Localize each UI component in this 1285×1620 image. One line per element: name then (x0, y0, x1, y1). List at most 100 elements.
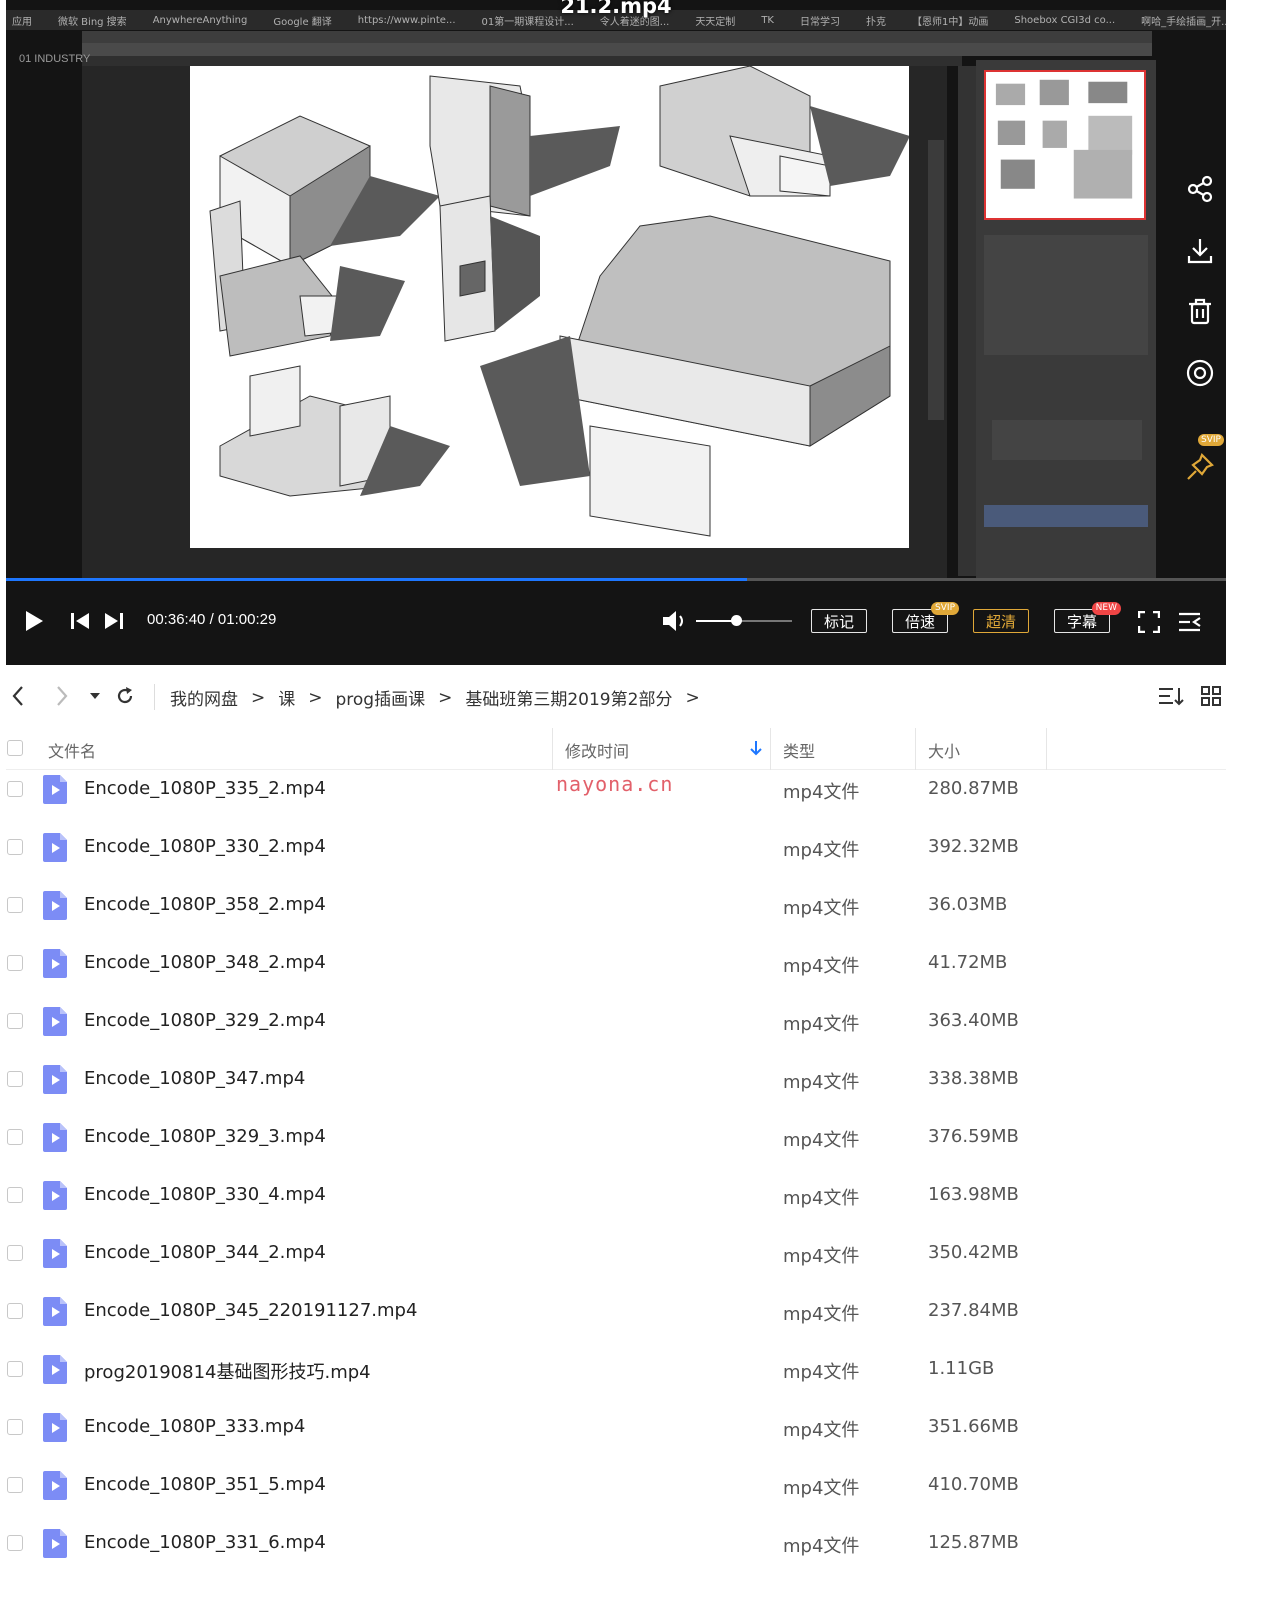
table-row[interactable]: Encode_1080P_333.mp4 mp4文件 351.66MB (6, 1408, 1226, 1466)
next-icon[interactable] (104, 612, 124, 630)
player-side-actions (1171, 140, 1226, 500)
header-size[interactable]: 大小 (928, 738, 960, 762)
video-file-icon (43, 1065, 67, 1094)
play-icon[interactable] (24, 610, 44, 632)
row-checkbox[interactable] (7, 1477, 23, 1493)
volume-slider[interactable] (696, 620, 792, 622)
quality-button[interactable]: 超清 (973, 609, 1029, 633)
progress-bar[interactable] (6, 578, 1226, 581)
forward-icon[interactable] (52, 684, 72, 708)
picture-in-picture-icon[interactable] (1183, 356, 1217, 390)
header-type[interactable]: 类型 (783, 738, 815, 762)
file-name[interactable]: Encode_1080P_331_6.mp4 (84, 1532, 326, 1553)
row-checkbox[interactable] (7, 1013, 23, 1029)
row-checkbox[interactable] (7, 1419, 23, 1435)
sort-icon[interactable] (1158, 684, 1184, 708)
file-name[interactable]: Encode_1080P_335_2.mp4 (84, 778, 326, 799)
file-name[interactable]: Encode_1080P_345_220191127.mp4 (84, 1300, 417, 1321)
breadcrumb-item[interactable]: 我的网盘 (170, 685, 238, 710)
table-row[interactable]: Encode_1080P_345_220191127.mp4 mp4文件 237.8… (6, 1292, 1226, 1350)
video-file-icon (43, 949, 67, 978)
table-row[interactable]: Encode_1080P_347.mp4 mp4文件 338.38MB (6, 1060, 1226, 1118)
file-name[interactable]: Encode_1080P_347.mp4 (84, 1068, 305, 1089)
video-frame-options-bar (82, 43, 1152, 56)
row-checkbox[interactable] (7, 1187, 23, 1203)
file-size: 351.66MB (928, 1416, 1019, 1437)
file-size: 1.11GB (928, 1358, 995, 1379)
refresh-icon[interactable] (114, 684, 136, 708)
row-checkbox[interactable] (7, 839, 23, 855)
file-name[interactable]: prog20190814基础图形技巧.mp4 (84, 1358, 371, 1384)
breadcrumb-item[interactable]: prog插画课 (336, 685, 426, 710)
row-checkbox[interactable] (7, 781, 23, 797)
download-icon[interactable] (1183, 234, 1217, 268)
header-name[interactable]: 文件名 (48, 738, 96, 762)
table-row[interactable]: Encode_1080P_329_3.mp4 mp4文件 376.59MB (6, 1118, 1226, 1176)
history-dropdown-icon[interactable] (88, 684, 102, 708)
file-name[interactable]: Encode_1080P_330_4.mp4 (84, 1184, 326, 1205)
svip-badge: SVIP (1198, 434, 1224, 446)
video-file-icon (43, 775, 67, 804)
breadcrumb-separator: > (438, 687, 453, 708)
file-name[interactable]: Encode_1080P_344_2.mp4 (84, 1242, 326, 1263)
table-header: 文件名 修改时间 类型 大小 (6, 728, 1226, 770)
video-file-icon (43, 891, 67, 920)
share-icon[interactable] (1183, 172, 1217, 206)
trash-icon[interactable] (1183, 295, 1217, 329)
row-checkbox[interactable] (7, 897, 23, 913)
file-name[interactable]: Encode_1080P_348_2.mp4 (84, 952, 326, 973)
row-checkbox[interactable] (7, 1129, 23, 1145)
volume-knob[interactable] (731, 615, 743, 626)
file-name[interactable]: Encode_1080P_351_5.mp4 (84, 1474, 326, 1495)
back-icon[interactable] (8, 684, 28, 708)
volume-icon[interactable] (661, 610, 689, 632)
video-frame-side-label: 01 INDUSTRY (19, 53, 91, 65)
breadcrumb-item[interactable]: 基础班第三期2019第2部分 (465, 685, 672, 710)
row-checkbox[interactable] (7, 1535, 23, 1551)
previous-icon[interactable] (70, 612, 90, 630)
file-type: mp4文件 (783, 782, 860, 803)
file-type: mp4文件 (783, 1014, 860, 1035)
player-controls: 00:36:40 / 01:00:29 标记 倍速 SVIP 超清 字幕 NEW (6, 600, 1226, 644)
table-row[interactable]: Encode_1080P_331_6.mp4 mp4文件 125.87MB (6, 1524, 1226, 1582)
time-readout: 00:36:40 / 01:00:29 (147, 611, 276, 628)
arrow-down-icon[interactable] (750, 740, 762, 756)
table-row[interactable]: Encode_1080P_329_2.mp4 mp4文件 363.40MB (6, 1002, 1226, 1060)
fullscreen-icon[interactable] (1138, 611, 1160, 633)
table-row[interactable]: Encode_1080P_330_2.mp4 mp4文件 392.32MB (6, 828, 1226, 886)
breadcrumb-item[interactable]: 课 (278, 685, 295, 710)
file-name[interactable]: Encode_1080P_329_3.mp4 (84, 1126, 326, 1147)
table-row[interactable]: Encode_1080P_348_2.mp4 mp4文件 41.72MB (6, 944, 1226, 1002)
file-name[interactable]: Encode_1080P_358_2.mp4 (84, 894, 326, 915)
table-row[interactable]: Encode_1080P_358_2.mp4 mp4文件 36.03MB (6, 886, 1226, 944)
playlist-icon[interactable] (1178, 611, 1202, 633)
navigation-bar: 我的网盘 > 课 > prog插画课 > 基础班第三期2019第2部分 > (0, 676, 1285, 720)
file-type: mp4文件 (783, 840, 860, 861)
video-file-icon (43, 1007, 67, 1036)
speed-button[interactable]: 倍速 SVIP (892, 602, 959, 633)
table-row[interactable]: Encode_1080P_344_2.mp4 mp4文件 350.42MB (6, 1234, 1226, 1292)
header-modified[interactable]: 修改时间 (565, 738, 629, 762)
row-checkbox[interactable] (7, 1071, 23, 1087)
time-total: 01:00:29 (217, 611, 277, 628)
table-row[interactable]: prog20190814基础图形技巧.mp4 mp4文件 1.11GB (6, 1350, 1226, 1408)
subtitle-button[interactable]: 字幕 NEW (1054, 602, 1121, 633)
video-player[interactable]: 应用 微软 Bing 搜索 AnywhereAnything Google 翻译 htt… (6, 0, 1226, 665)
file-size: 363.40MB (928, 1010, 1019, 1031)
table-row[interactable]: Encode_1080P_330_4.mp4 mp4文件 163.98MB (6, 1176, 1226, 1234)
pin-icon[interactable] (1183, 450, 1217, 484)
row-checkbox[interactable] (7, 1303, 23, 1319)
table-row[interactable]: Encode_1080P_351_5.mp4 mp4文件 410.70MB (6, 1466, 1226, 1524)
breadcrumb-separator: > (251, 687, 266, 708)
row-checkbox[interactable] (7, 1245, 23, 1261)
file-size: 237.84MB (928, 1300, 1019, 1321)
grid-view-icon[interactable] (1200, 684, 1222, 708)
file-name[interactable]: Encode_1080P_330_2.mp4 (84, 836, 326, 857)
file-name[interactable]: Encode_1080P_333.mp4 (84, 1416, 305, 1437)
row-checkbox[interactable] (7, 1361, 23, 1377)
select-all-checkbox[interactable] (7, 740, 23, 756)
mark-button[interactable]: 标记 (811, 609, 867, 633)
row-checkbox[interactable] (7, 955, 23, 971)
file-name[interactable]: Encode_1080P_329_2.mp4 (84, 1010, 326, 1031)
progress-fill (6, 578, 747, 581)
